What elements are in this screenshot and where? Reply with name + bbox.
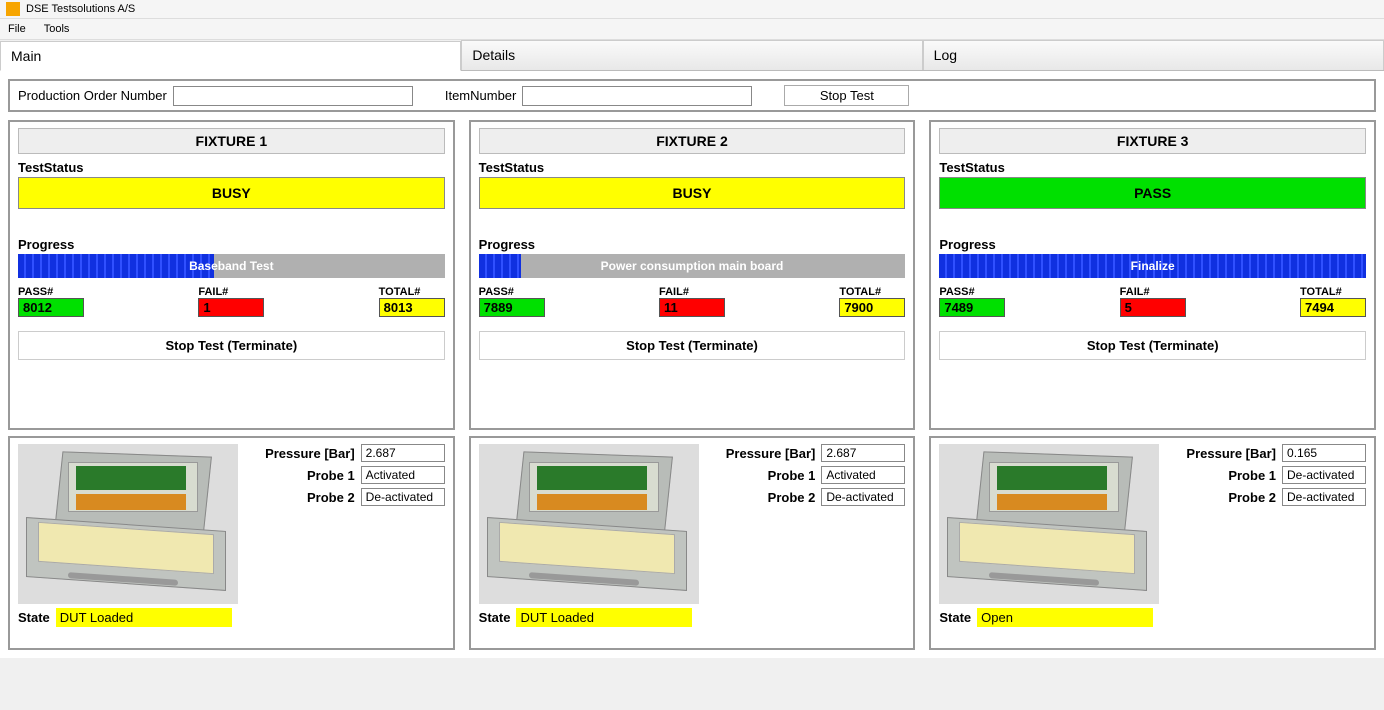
hardware-readings: Pressure [Bar] 2.687 Probe 1 Activated Probe… [711,444,906,604]
hardware-panel-2: Pressure [Bar] 2.687 Probe 1 Activated Probe… [469,436,916,650]
fail-label: FAIL# [659,286,725,298]
counters: PASS#7489 FAIL#5 TOTAL#7494 [939,286,1366,317]
stop-test-button[interactable]: Stop Test [784,85,909,106]
total-label: TOTAL# [839,286,905,298]
fixture-row: FIXTURE 1 TestStatus BUSY Progress Baseband … [8,120,1376,430]
state-label: State [479,610,511,625]
menu-bar: File Tools [0,19,1384,40]
pass-value: 7489 [939,298,1005,317]
pass-value: 8012 [18,298,84,317]
teststatus-label: TestStatus [18,160,445,175]
hardware-panel-3: Pressure [Bar] 0.165 Probe 1 De-activated Pr… [929,436,1376,650]
top-toolbar: Production Order Number ItemNumber Stop … [8,79,1376,112]
teststatus-label: TestStatus [939,160,1366,175]
fixture-panel-3: FIXTURE 3 TestStatus PASS Progress Finalize P… [929,120,1376,430]
test-status-value: BUSY [18,177,445,209]
fixture-title: FIXTURE 2 [479,128,906,154]
probe1-value: Activated [361,466,445,484]
state-value: DUT Loaded [56,608,232,627]
probe1-label: Probe 1 [768,468,816,483]
total-value: 7494 [1300,298,1366,317]
fail-label: FAIL# [1120,286,1186,298]
pass-label: PASS# [939,286,1005,298]
pressure-label: Pressure [Bar] [726,446,816,461]
pressure-value: 2.687 [361,444,445,462]
hardware-panel-1: Pressure [Bar] 2.687 Probe 1 Activated Probe… [8,436,455,650]
fail-value: 5 [1120,298,1186,317]
progress-text: Baseband Test [18,254,445,278]
item-number-label: ItemNumber [445,88,517,103]
window-title: DSE Testsolutions A/S [26,3,135,15]
progress-bar: Baseband Test [18,254,445,278]
pressure-value: 2.687 [821,444,905,462]
probe2-value: De-activated [821,488,905,506]
progress-bar: Power consumption main board [479,254,906,278]
fail-label: FAIL# [198,286,264,298]
menu-tools[interactable]: Tools [40,21,74,37]
pressure-label: Pressure [Bar] [265,446,355,461]
stop-test-terminate-button[interactable]: Stop Test (Terminate) [19,332,444,359]
tab-main[interactable]: Main [0,41,461,71]
fixture-title: FIXTURE 1 [18,128,445,154]
progress-label: Progress [18,237,445,252]
progress-bar: Finalize [939,254,1366,278]
progress-label: Progress [479,237,906,252]
prod-order-input[interactable] [173,86,413,106]
fixture-image [18,444,238,604]
total-value: 8013 [379,298,445,317]
pass-value: 7889 [479,298,545,317]
hardware-row: Pressure [Bar] 2.687 Probe 1 Activated Probe… [8,430,1376,650]
probe1-label: Probe 1 [307,468,355,483]
state-label: State [939,610,971,625]
test-status-value: PASS [939,177,1366,209]
fail-value: 1 [198,298,264,317]
window-titlebar: DSE Testsolutions A/S [0,0,1384,19]
probe2-label: Probe 2 [307,490,355,505]
total-label: TOTAL# [379,286,445,298]
tab-strip: Main Details Log [0,40,1384,71]
teststatus-label: TestStatus [479,160,906,175]
pressure-value: 0.165 [1282,444,1366,462]
total-label: TOTAL# [1300,286,1366,298]
probe1-value: Activated [821,466,905,484]
stop-test-terminate-button[interactable]: Stop Test (Terminate) [940,332,1365,359]
test-status-value: BUSY [479,177,906,209]
prod-order-label: Production Order Number [18,88,167,103]
menu-file[interactable]: File [4,21,30,37]
tab-log[interactable]: Log [923,40,1384,70]
probe1-value: De-activated [1282,466,1366,484]
stop-test-terminate-button[interactable]: Stop Test (Terminate) [480,332,905,359]
tab-details[interactable]: Details [461,40,922,70]
progress-label: Progress [939,237,1366,252]
fixture-title: FIXTURE 3 [939,128,1366,154]
state-label: State [18,610,50,625]
state-value: Open [977,608,1153,627]
fixture-image [479,444,699,604]
state-value: DUT Loaded [516,608,692,627]
fixture-panel-2: FIXTURE 2 TestStatus BUSY Progress Power con… [469,120,916,430]
probe2-value: De-activated [1282,488,1366,506]
fixture-panel-1: FIXTURE 1 TestStatus BUSY Progress Baseband … [8,120,455,430]
total-value: 7900 [839,298,905,317]
hardware-readings: Pressure [Bar] 2.687 Probe 1 Activated Probe… [250,444,445,604]
item-number-input[interactable] [522,86,752,106]
hardware-readings: Pressure [Bar] 0.165 Probe 1 De-activated Pr… [1171,444,1366,604]
pass-label: PASS# [479,286,545,298]
counters: PASS#7889 FAIL#11 TOTAL#7900 [479,286,906,317]
main-content: Production Order Number ItemNumber Stop … [0,71,1384,658]
probe2-label: Probe 2 [1228,490,1276,505]
fixture-image [939,444,1159,604]
probe2-value: De-activated [361,488,445,506]
progress-text: Finalize [939,254,1366,278]
progress-text: Power consumption main board [479,254,906,278]
pressure-label: Pressure [Bar] [1186,446,1276,461]
fail-value: 11 [659,298,725,317]
app-icon [6,2,20,16]
pass-label: PASS# [18,286,84,298]
probe1-label: Probe 1 [1228,468,1276,483]
probe2-label: Probe 2 [768,490,816,505]
counters: PASS#8012 FAIL#1 TOTAL#8013 [18,286,445,317]
